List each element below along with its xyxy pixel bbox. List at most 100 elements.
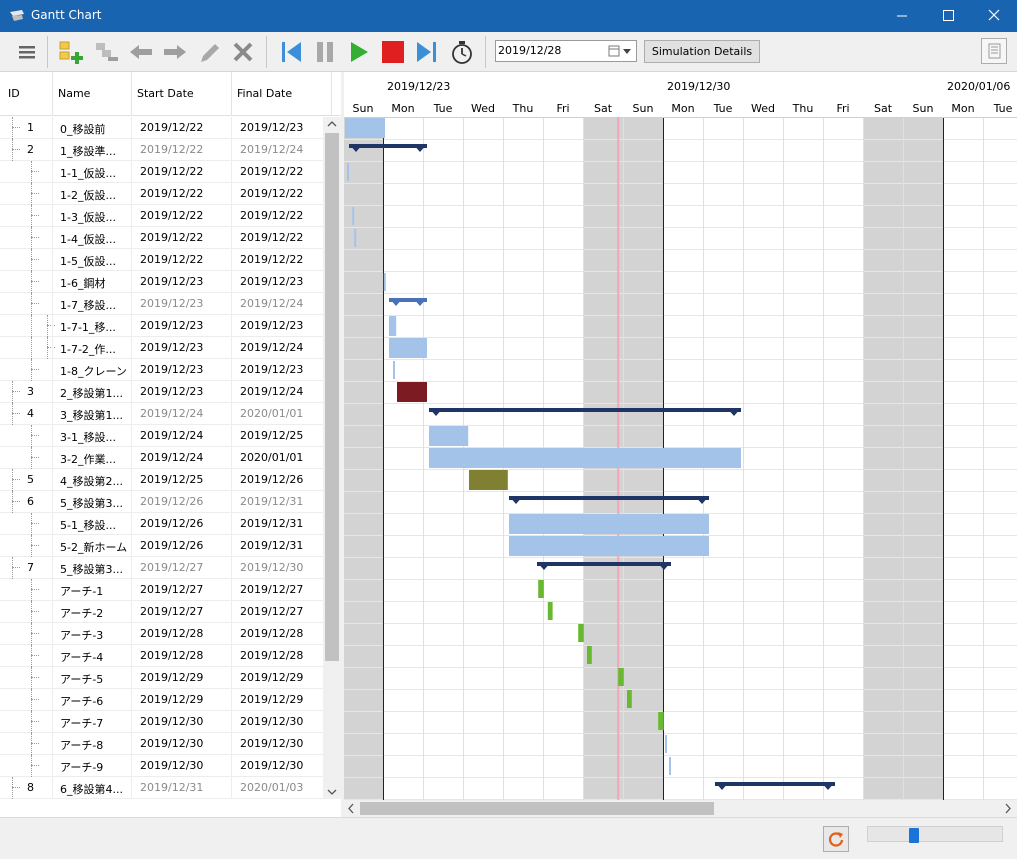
task-bar: [383, 273, 386, 291]
row-final-date: 2019/12/24: [240, 297, 304, 310]
table-row[interactable]: 2 1_移設準... 2019/12/22 2019/12/24: [0, 139, 323, 161]
gantt-chart-canvas: 2019/12/23 2019/12/30 2020/01/06 Sun Mon Tue W…: [344, 72, 1017, 800]
task-bar: [618, 668, 624, 686]
table-row[interactable]: アーチ-1 2019/12/27 2019/12/27: [0, 579, 323, 601]
minimize-icon: [897, 15, 907, 17]
stop-button[interactable]: [378, 36, 408, 68]
table-row[interactable]: 5-1_移設... 2019/12/26 2019/12/31: [0, 513, 323, 535]
tree-connector: [31, 359, 32, 381]
table-row[interactable]: アーチ-7 2019/12/30 2019/12/30: [0, 711, 323, 733]
table-row[interactable]: 1-7-1_移... 2019/12/23 2019/12/23: [0, 315, 323, 337]
vertical-scrollbar[interactable]: [323, 117, 341, 799]
table-row[interactable]: 3-1_移設... 2019/12/24 2019/12/25: [0, 425, 323, 447]
table-row[interactable]: 1-3_仮設... 2019/12/22 2019/12/22: [0, 205, 323, 227]
tree-connector: [31, 667, 32, 689]
table-row[interactable]: 7 5_移設第3... 2019/12/27 2019/12/30: [0, 557, 323, 579]
refresh-button[interactable]: [823, 826, 849, 852]
zoom-slider-knob[interactable]: [908, 828, 919, 843]
row-id: 8: [27, 781, 34, 794]
tree-connector: [12, 127, 20, 128]
zoom-slider[interactable]: [867, 826, 1003, 843]
table-row[interactable]: 1-6_鋼材 2019/12/23 2019/12/23: [0, 271, 323, 293]
delete-x-icon: [233, 42, 253, 62]
maximize-button[interactable]: [925, 0, 971, 32]
table-row[interactable]: 3-2_作業... 2019/12/24 2020/01/01: [0, 447, 323, 469]
table-row[interactable]: アーチ-2 2019/12/27 2019/12/27: [0, 601, 323, 623]
row-name: 3-1_移設...: [60, 431, 116, 444]
delete-button[interactable]: [228, 36, 258, 68]
header-final-date[interactable]: Final Date: [237, 87, 292, 100]
table-row[interactable]: アーチ-6 2019/12/29 2019/12/29: [0, 689, 323, 711]
scroll-up-icon[interactable]: [323, 117, 341, 131]
table-row[interactable]: 3 2_移設第1... 2019/12/23 2019/12/24: [0, 381, 323, 403]
skip-end-button[interactable]: [412, 36, 442, 68]
outdent-button[interactable]: [126, 36, 156, 68]
column-divider[interactable]: [231, 72, 232, 116]
vertical-scroll-thumb[interactable]: [325, 133, 339, 661]
scroll-left-icon[interactable]: [344, 800, 358, 817]
table-view-button[interactable]: [981, 38, 1007, 64]
pause-button[interactable]: [310, 36, 340, 68]
cell-divider: [52, 711, 53, 733]
column-divider[interactable]: [131, 72, 132, 116]
row-start-date: 2019/12/23: [140, 385, 204, 398]
skip-start-button[interactable]: [276, 36, 306, 68]
stop-icon: [382, 41, 404, 63]
tree-connector: [31, 545, 39, 546]
table-row[interactable]: アーチ-8 2019/12/30 2019/12/30: [0, 733, 323, 755]
close-button[interactable]: [971, 0, 1017, 32]
table-row[interactable]: 1-1_仮設... 2019/12/22 2019/12/22: [0, 161, 323, 183]
column-divider[interactable]: [331, 72, 332, 116]
edit-button[interactable]: [194, 36, 224, 68]
table-row[interactable]: アーチ-4 2019/12/28 2019/12/28: [0, 645, 323, 667]
task-bar: [352, 207, 355, 225]
table-row[interactable]: 4 3_移設第1... 2019/12/24 2020/01/01: [0, 403, 323, 425]
row-start-date: 2019/12/24: [140, 451, 204, 464]
row-final-date: 2019/12/31: [240, 539, 304, 552]
date-picker-input[interactable]: 2019/12/28: [495, 40, 637, 62]
table-row[interactable]: アーチ-3 2019/12/28 2019/12/28: [0, 623, 323, 645]
table-row[interactable]: アーチ-9 2019/12/30 2019/12/30: [0, 755, 323, 777]
tree-connector: [31, 183, 32, 205]
cell-divider: [52, 447, 53, 469]
scroll-right-icon[interactable]: [1001, 800, 1015, 817]
table-row[interactable]: 1-4_仮設... 2019/12/22 2019/12/22: [0, 227, 323, 249]
add-subtask-button[interactable]: [91, 36, 121, 68]
simulation-details-button[interactable]: Simulation Details: [644, 40, 760, 63]
menu-button[interactable]: [12, 36, 42, 68]
table-row[interactable]: 8 6_移設第4... 2019/12/31 2020/01/03: [0, 777, 323, 799]
table-row[interactable]: 1-8_クレーン 2019/12/23 2019/12/23: [0, 359, 323, 381]
row-final-date: 2019/12/23: [240, 275, 304, 288]
date-value: 2019/12/28: [498, 44, 562, 57]
task-bar: [578, 624, 584, 642]
tree-connector: [31, 611, 39, 612]
horizontal-scroll-thumb[interactable]: [360, 802, 714, 815]
column-divider[interactable]: [52, 72, 53, 116]
header-name[interactable]: Name: [58, 87, 90, 100]
task-bar: [393, 361, 395, 379]
play-button[interactable]: [344, 36, 374, 68]
scroll-down-icon[interactable]: [323, 785, 341, 799]
table-row[interactable]: 1-7_移設... 2019/12/23 2019/12/24: [0, 293, 323, 315]
toolbar: 2019/12/28 Simulation Details: [0, 32, 1017, 72]
minimize-button[interactable]: [879, 0, 925, 32]
table-row[interactable]: 1-5_仮設... 2019/12/22 2019/12/22: [0, 249, 323, 271]
row-start-date: 2019/12/27: [140, 605, 204, 618]
table-row[interactable]: 1-7-2_作... 2019/12/23 2019/12/24: [0, 337, 323, 359]
calendar-dropdown-icon[interactable]: [607, 44, 633, 58]
header-id[interactable]: ID: [8, 87, 20, 100]
tree-connector: [12, 787, 20, 788]
table-row[interactable]: 1-2_仮設... 2019/12/22 2019/12/22: [0, 183, 323, 205]
timer-button[interactable]: [447, 36, 477, 68]
table-row[interactable]: アーチ-5 2019/12/29 2019/12/29: [0, 667, 323, 689]
table-row[interactable]: 1 0_移設前 2019/12/22 2019/12/23: [0, 117, 323, 139]
table-row[interactable]: 5-2_新ホーム 2019/12/26 2019/12/31: [0, 535, 323, 557]
add-task-button[interactable]: [55, 36, 85, 68]
header-start-date[interactable]: Start Date: [137, 87, 194, 100]
cell-divider: [52, 271, 53, 293]
indent-button[interactable]: [160, 36, 190, 68]
table-row[interactable]: 6 5_移設第3... 2019/12/26 2019/12/31: [0, 491, 323, 513]
horizontal-scrollbar[interactable]: [344, 800, 1017, 817]
table-row[interactable]: 5 4_移設第2... 2019/12/25 2019/12/26: [0, 469, 323, 491]
cell-divider: [52, 359, 53, 381]
